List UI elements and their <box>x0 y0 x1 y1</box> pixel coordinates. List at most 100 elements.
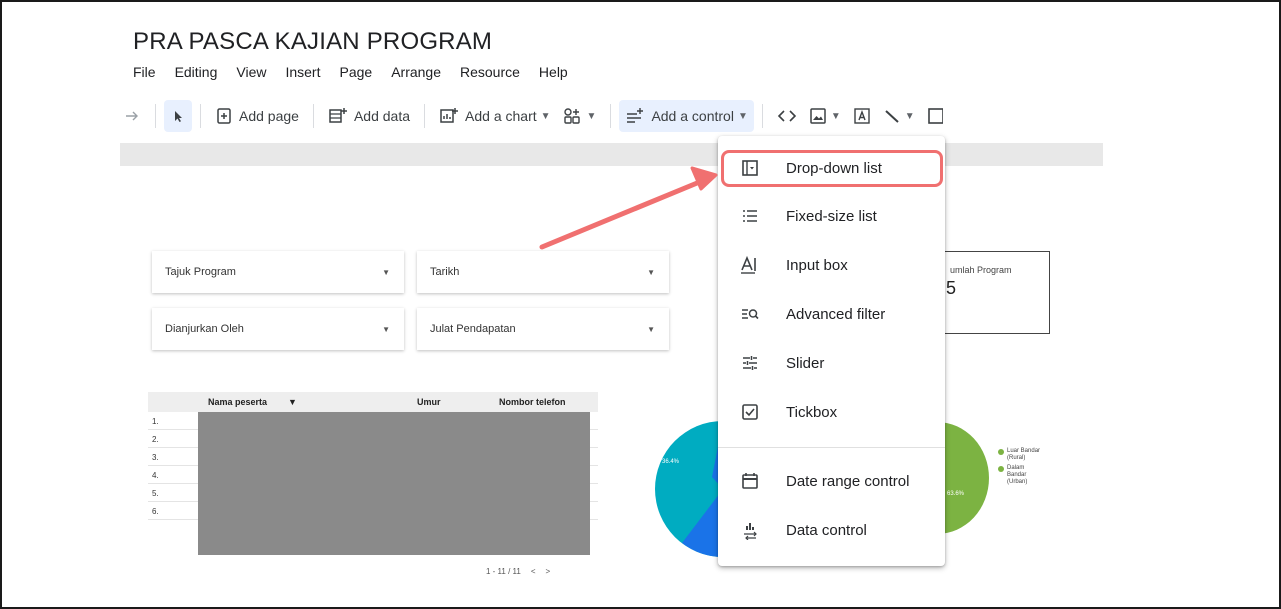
legend-dot <box>998 449 1004 455</box>
toolbar-divider <box>424 104 426 128</box>
menu-item-label: Fixed-size list <box>786 207 877 225</box>
menu-resource[interactable]: Resource <box>460 64 520 80</box>
chevron-left-icon[interactable]: < <box>531 567 536 576</box>
sort-desc-icon: ▼ <box>288 397 297 407</box>
arrow-head <box>690 166 718 191</box>
pie-chart-right[interactable]: 63.6% <box>937 422 997 537</box>
menu-item-label: Tickbox <box>786 403 838 421</box>
row-index: 5. <box>152 489 159 498</box>
filter-label: Tajuk Program <box>165 266 236 278</box>
add-data-icon <box>329 108 347 123</box>
add-data-button[interactable]: Add data <box>322 100 416 132</box>
legend-item: Luar Bandar (Rural) <box>998 448 1040 462</box>
toolbar-divider <box>312 104 314 128</box>
legend-dot <box>998 466 1004 472</box>
row-index: 3. <box>152 453 159 462</box>
legend-item: Dalam Bandar (Urban) <box>998 465 1040 486</box>
row-index: 1. <box>152 417 159 426</box>
toolbar-divider <box>761 104 763 128</box>
menu-insert[interactable]: Insert <box>285 64 320 80</box>
filter-label: Dianjurkan Oleh <box>165 323 244 335</box>
add-control-menu: Drop-down list Fixed-size list Input box… <box>718 136 945 566</box>
chevron-down-icon: ▼ <box>737 110 748 122</box>
table-pagination: 1 - 11 / 11 < > <box>486 567 550 576</box>
redo-icon <box>126 111 138 121</box>
highlight-box <box>721 150 943 187</box>
menu-item-label: Data control <box>786 521 867 539</box>
pie-label-left: 36.4% <box>662 459 680 465</box>
menu-divider <box>718 447 945 448</box>
embed-url-button[interactable] <box>771 100 803 132</box>
select-tool-button[interactable] <box>164 100 192 132</box>
filter-julat-pendapatan[interactable]: Julat Pendapatan ▼ <box>417 308 669 350</box>
menu-item-data-control[interactable]: Data control <box>718 508 945 552</box>
filter-label: Tarikh <box>430 266 460 278</box>
menu-item-tickbox[interactable]: Tickbox <box>718 390 945 434</box>
dropdown-arrow-icon: ▼ <box>647 324 655 334</box>
menu-bar: File Editing View Insert Page Arrange Re… <box>133 64 587 80</box>
community-viz-button[interactable]: ▼ <box>557 100 603 132</box>
chevron-right-icon[interactable]: > <box>546 567 551 576</box>
menu-item-date-range-control[interactable]: Date range control <box>718 459 945 503</box>
menu-help[interactable]: Help <box>539 64 568 80</box>
add-chart-button[interactable]: Add a chart ▼ <box>433 100 557 132</box>
pie-legend: Luar Bandar (Rural) Dalam Bandar (Urban) <box>998 448 1040 489</box>
menu-item-input-box[interactable]: Input box <box>718 243 945 287</box>
menu-item-slider[interactable]: Slider <box>718 341 945 385</box>
menu-item-label: Slider <box>786 354 825 372</box>
column-header-nama[interactable]: Nama peserta <box>208 397 267 407</box>
redo-button[interactable] <box>117 100 147 132</box>
report-title[interactable]: PRA PASCA KAJIAN PROGRAM <box>133 28 492 56</box>
scorecard-label: umlah Program <box>950 265 1012 275</box>
text-box-icon <box>854 108 870 124</box>
canvas-ruler <box>120 143 1103 166</box>
add-chart-icon <box>440 108 459 123</box>
scorecard-value: 5 <box>946 278 957 298</box>
rectangle-icon <box>927 108 943 124</box>
participants-table[interactable]: Nama peserta ▼ Umur Nombor telefon 1. 2.… <box>148 392 598 555</box>
add-control-icon <box>627 108 644 123</box>
line-icon <box>885 110 899 123</box>
table-header: Nama peserta ▼ Umur Nombor telefon <box>148 392 598 412</box>
redacted-block <box>198 412 590 555</box>
text-button[interactable] <box>847 100 877 132</box>
add-data-label: Add data <box>353 108 411 124</box>
add-chart-label: Add a chart <box>465 108 537 124</box>
pie-label-right: 63.6% <box>947 491 965 497</box>
filter-tarikh[interactable]: Tarikh ▼ <box>417 251 669 293</box>
row-index: 6. <box>152 507 159 516</box>
menu-file[interactable]: File <box>133 64 156 80</box>
column-header-umur[interactable]: Umur <box>417 397 441 407</box>
menu-editing[interactable]: Editing <box>175 64 218 80</box>
menu-item-label: Date range control <box>786 472 910 490</box>
cursor-icon <box>175 111 182 122</box>
dropdown-arrow-icon: ▼ <box>647 267 655 277</box>
toolbar-divider <box>200 104 201 128</box>
line-button[interactable]: ▼ <box>877 100 921 132</box>
arrow-shaft <box>539 178 705 250</box>
slider-icon <box>740 353 760 373</box>
menu-item-fixed-size-list[interactable]: Fixed-size list <box>718 194 945 238</box>
menu-view[interactable]: View <box>236 64 266 80</box>
image-button[interactable]: ▼ <box>803 100 847 132</box>
filter-label: Julat Pendapatan <box>430 323 516 335</box>
chevron-down-icon: ▼ <box>830 110 841 122</box>
advanced-filter-icon <box>740 304 760 324</box>
toolbar: Add page Add data Add a chart ▼ ▼ Add a … <box>117 96 1107 136</box>
toolbar-divider <box>610 104 612 128</box>
menu-item-advanced-filter[interactable]: Advanced filter <box>718 292 945 336</box>
input-box-icon <box>740 255 760 275</box>
legend-text: Luar Bandar <box>1007 448 1041 454</box>
code-icon <box>777 110 796 122</box>
column-header-telefon[interactable]: Nombor telefon <box>499 397 566 407</box>
menu-page[interactable]: Page <box>339 64 372 80</box>
add-page-button[interactable]: Add page <box>209 100 305 132</box>
shape-button[interactable] <box>921 100 949 132</box>
filter-dianjurkan-oleh[interactable]: Dianjurkan Oleh ▼ <box>152 308 404 350</box>
tickbox-icon <box>740 402 760 422</box>
add-control-button[interactable]: Add a control ▼ <box>619 100 754 132</box>
menu-item-label: Advanced filter <box>786 305 886 323</box>
menu-arrange[interactable]: Arrange <box>391 64 441 80</box>
add-control-label: Add a control <box>651 108 734 124</box>
filter-tajuk-program[interactable]: Tajuk Program ▼ <box>152 251 404 293</box>
